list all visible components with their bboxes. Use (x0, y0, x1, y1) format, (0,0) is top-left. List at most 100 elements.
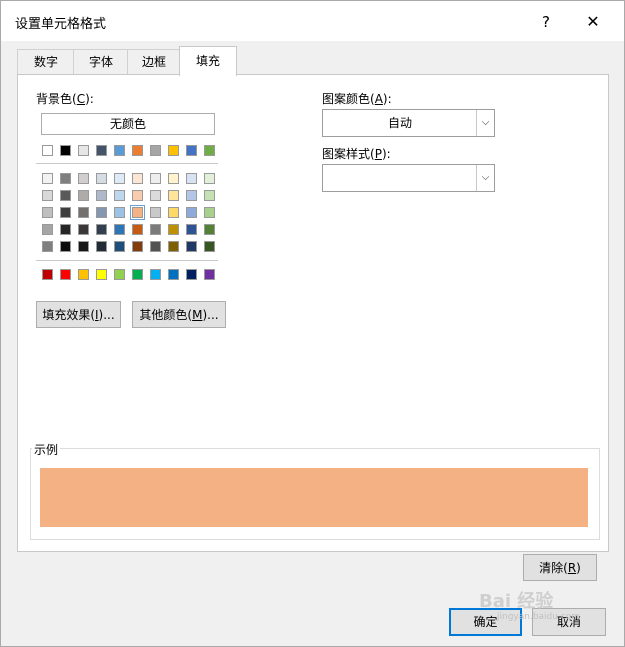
theme-shade-swatch[interactable] (130, 205, 145, 220)
theme-color-swatch[interactable] (168, 145, 179, 156)
close-button[interactable]: ✕ (579, 9, 607, 35)
theme-shade-swatch[interactable] (42, 241, 53, 252)
title-bar: 设置单元格格式 ? ✕ (1, 1, 624, 41)
theme-shade-swatch[interactable] (96, 190, 107, 201)
pattern-style-dropdown[interactable]: ⌵ (322, 164, 495, 192)
standard-color-swatch[interactable] (96, 269, 107, 280)
sample-preview (40, 468, 588, 527)
theme-shade-swatch[interactable] (132, 173, 143, 184)
chevron-down-icon[interactable]: ⌵ (476, 110, 494, 136)
theme-color-swatch[interactable] (78, 145, 89, 156)
standard-color-swatch[interactable] (186, 269, 197, 280)
theme-shade-swatch[interactable] (168, 224, 179, 235)
palette-divider (36, 163, 218, 164)
theme-color-swatch[interactable] (42, 145, 53, 156)
clear-button[interactable]: 清除(R) (523, 554, 597, 581)
theme-shade-swatch[interactable] (96, 207, 107, 218)
theme-shade-swatch[interactable] (42, 190, 53, 201)
theme-shade-swatch[interactable] (168, 207, 179, 218)
theme-shade-swatch[interactable] (42, 207, 53, 218)
pattern-style-value (323, 165, 477, 191)
theme-shade-swatch[interactable] (96, 173, 107, 184)
theme-shade-swatch[interactable] (186, 241, 197, 252)
ok-button[interactable]: 确定 (449, 608, 522, 636)
theme-shade-swatch[interactable] (168, 173, 179, 184)
theme-shade-swatch[interactable] (168, 190, 179, 201)
theme-color-swatch[interactable] (96, 145, 107, 156)
pattern-color-dropdown[interactable]: 自动 ⌵ (322, 109, 495, 137)
sample-label: 示例 (32, 441, 61, 458)
theme-shade-swatch[interactable] (78, 207, 89, 218)
theme-shade-swatch[interactable] (204, 207, 215, 218)
no-color-button[interactable]: 无颜色 (41, 113, 215, 135)
more-colors-button[interactable]: 其他颜色(M)... (132, 301, 226, 328)
theme-shade-swatch[interactable] (78, 173, 89, 184)
theme-shade-swatch[interactable] (186, 224, 197, 235)
theme-shade-swatch[interactable] (42, 173, 53, 184)
theme-shade-swatch[interactable] (60, 241, 71, 252)
theme-shade-swatch[interactable] (114, 173, 125, 184)
theme-shade-swatch[interactable] (114, 224, 125, 235)
dialog-title: 设置单元格格式 (15, 17, 107, 32)
theme-shade-swatch[interactable] (204, 224, 215, 235)
standard-color-swatch[interactable] (42, 269, 53, 280)
theme-color-swatch[interactable] (132, 145, 143, 156)
theme-shade-swatch[interactable] (60, 207, 71, 218)
theme-shade-swatch[interactable] (78, 241, 89, 252)
cancel-button[interactable]: 取消 (532, 608, 606, 636)
theme-shade-swatch[interactable] (114, 241, 125, 252)
pattern-color-value: 自动 (387, 116, 412, 130)
theme-shade-swatch[interactable] (96, 224, 107, 235)
theme-shade-swatch[interactable] (186, 207, 197, 218)
theme-shade-swatch[interactable] (132, 241, 143, 252)
tab-font[interactable]: 字体 (73, 49, 129, 75)
theme-shade-swatch[interactable] (42, 224, 53, 235)
theme-shade-swatch[interactable] (78, 190, 89, 201)
sample-group (30, 448, 600, 540)
theme-shade-swatch[interactable] (60, 224, 71, 235)
theme-color-swatch[interactable] (204, 145, 215, 156)
standard-color-swatch[interactable] (60, 269, 71, 280)
theme-color-swatch[interactable] (60, 145, 71, 156)
theme-shade-swatch[interactable] (60, 190, 71, 201)
palette-divider (36, 260, 218, 261)
tab-border[interactable]: 边框 (127, 49, 181, 75)
theme-color-swatch[interactable] (150, 145, 161, 156)
theme-shade-swatch[interactable] (114, 190, 125, 201)
theme-shade-swatch[interactable] (150, 207, 161, 218)
tab-fill[interactable]: 填充 (179, 46, 237, 76)
theme-shade-swatch[interactable] (204, 173, 215, 184)
theme-shade-swatch[interactable] (96, 241, 107, 252)
help-button[interactable]: ? (533, 9, 559, 35)
theme-color-swatch[interactable] (186, 145, 197, 156)
theme-shade-swatch[interactable] (78, 224, 89, 235)
standard-color-swatch[interactable] (132, 269, 143, 280)
theme-shade-swatch[interactable] (168, 241, 179, 252)
standard-color-swatch[interactable] (204, 269, 215, 280)
background-color-label: 背景色(C): (36, 92, 94, 106)
tab-number[interactable]: 数字 (17, 49, 75, 75)
standard-color-swatch[interactable] (114, 269, 125, 280)
standard-color-swatch[interactable] (168, 269, 179, 280)
theme-shade-swatch[interactable] (132, 190, 143, 201)
fill-effects-button[interactable]: 填充效果(I)... (36, 301, 121, 328)
theme-shade-swatch[interactable] (150, 190, 161, 201)
chevron-down-icon[interactable]: ⌵ (476, 165, 494, 191)
theme-shade-swatch[interactable] (204, 241, 215, 252)
theme-color-swatch[interactable] (114, 145, 125, 156)
standard-color-swatch[interactable] (150, 269, 161, 280)
theme-shade-swatch[interactable] (114, 207, 125, 218)
pattern-color-label: 图案颜色(A): (322, 92, 392, 106)
theme-shade-swatch[interactable] (60, 173, 71, 184)
pattern-style-label: 图案样式(P): (322, 147, 391, 161)
theme-shade-swatch[interactable] (186, 173, 197, 184)
theme-shade-swatch[interactable] (186, 190, 197, 201)
fill-tab-panel: 背景色(C): 无颜色 填充效果(I)... 其他颜色(M)... 图案颜色(A… (17, 74, 609, 552)
theme-shade-swatch[interactable] (150, 241, 161, 252)
theme-shade-swatch[interactable] (150, 173, 161, 184)
theme-shade-swatch[interactable] (150, 224, 161, 235)
standard-color-swatch[interactable] (78, 269, 89, 280)
format-cells-dialog: 设置单元格格式 ? ✕ 数字 字体 边框 填充 背景色(C): 无颜色 填充效果… (0, 0, 625, 647)
theme-shade-swatch[interactable] (204, 190, 215, 201)
theme-shade-swatch[interactable] (132, 224, 143, 235)
